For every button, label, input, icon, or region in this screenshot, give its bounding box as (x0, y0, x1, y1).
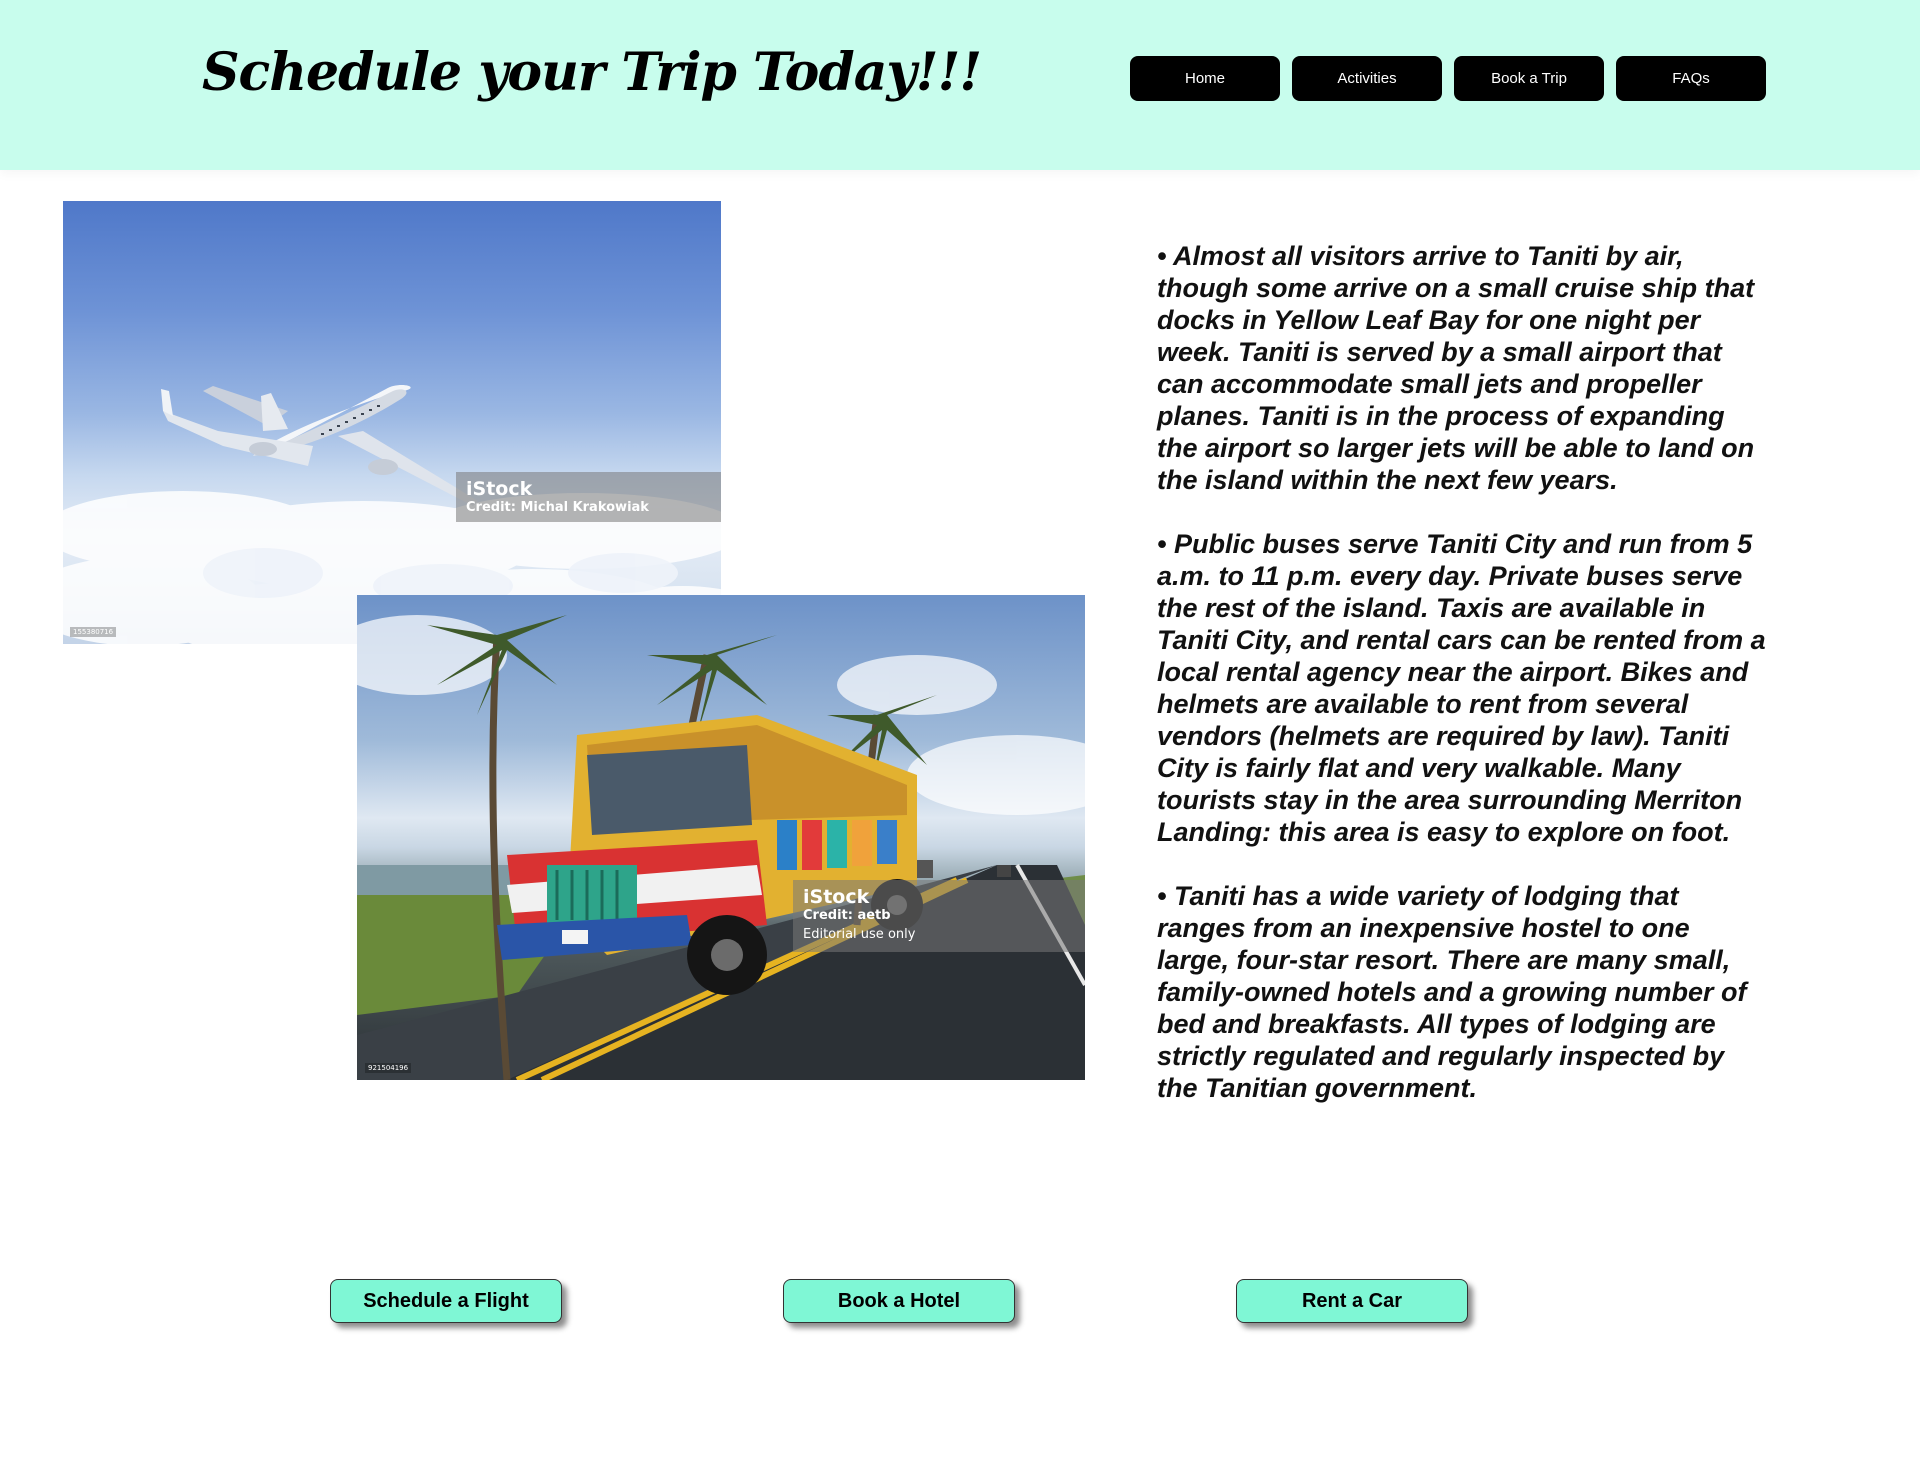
airplane-photo: iStock Credit: Michal Krakowiak 15538071… (63, 201, 721, 644)
editorial-note: Editorial use only (803, 927, 916, 942)
nav-book-trip-button[interactable]: Book a Trip (1454, 56, 1604, 101)
image-id: 921504196 (365, 1063, 412, 1073)
istock-watermark: iStock Credit: Michal Krakowiak (456, 472, 721, 522)
transportation-paragraph: • Public buses serve Taniti City and run… (1157, 529, 1766, 847)
nav-activities-button[interactable]: Activities (1292, 56, 1442, 101)
rent-car-button[interactable]: Rent a Car (1236, 1279, 1468, 1323)
nav-faqs-button[interactable]: FAQs (1616, 56, 1766, 101)
image-id: 155380716 (70, 627, 117, 637)
photo-credit: Credit: Michal Krakowiak (466, 500, 649, 515)
nav-home-button[interactable]: Home (1130, 56, 1280, 101)
book-hotel-button[interactable]: Book a Hotel (783, 1279, 1015, 1323)
bus-photo: iStock Credit: aetb Editorial use only 9… (357, 595, 1085, 1080)
page-title: Schedule your Trip Today!!! (202, 42, 982, 103)
schedule-flight-button[interactable]: Schedule a Flight (330, 1279, 562, 1323)
travel-info: • Almost all visitors arrive to Taniti b… (1157, 240, 1767, 1136)
istock-logo: iStock (803, 886, 870, 908)
airplane-illustration (63, 385, 721, 644)
lodging-paragraph: • Taniti has a wide variety of lodging t… (1157, 881, 1747, 1103)
bus-illustration (357, 615, 1085, 1080)
istock-watermark: iStock Credit: aetb Editorial use only (793, 880, 1085, 952)
site-header: Schedule your Trip Today!!! Home Activit… (0, 0, 1920, 170)
photo-credit: Credit: aetb (803, 908, 891, 923)
istock-logo: iStock (466, 478, 533, 500)
air-travel-paragraph: • Almost all visitors arrive to Taniti b… (1157, 241, 1755, 495)
